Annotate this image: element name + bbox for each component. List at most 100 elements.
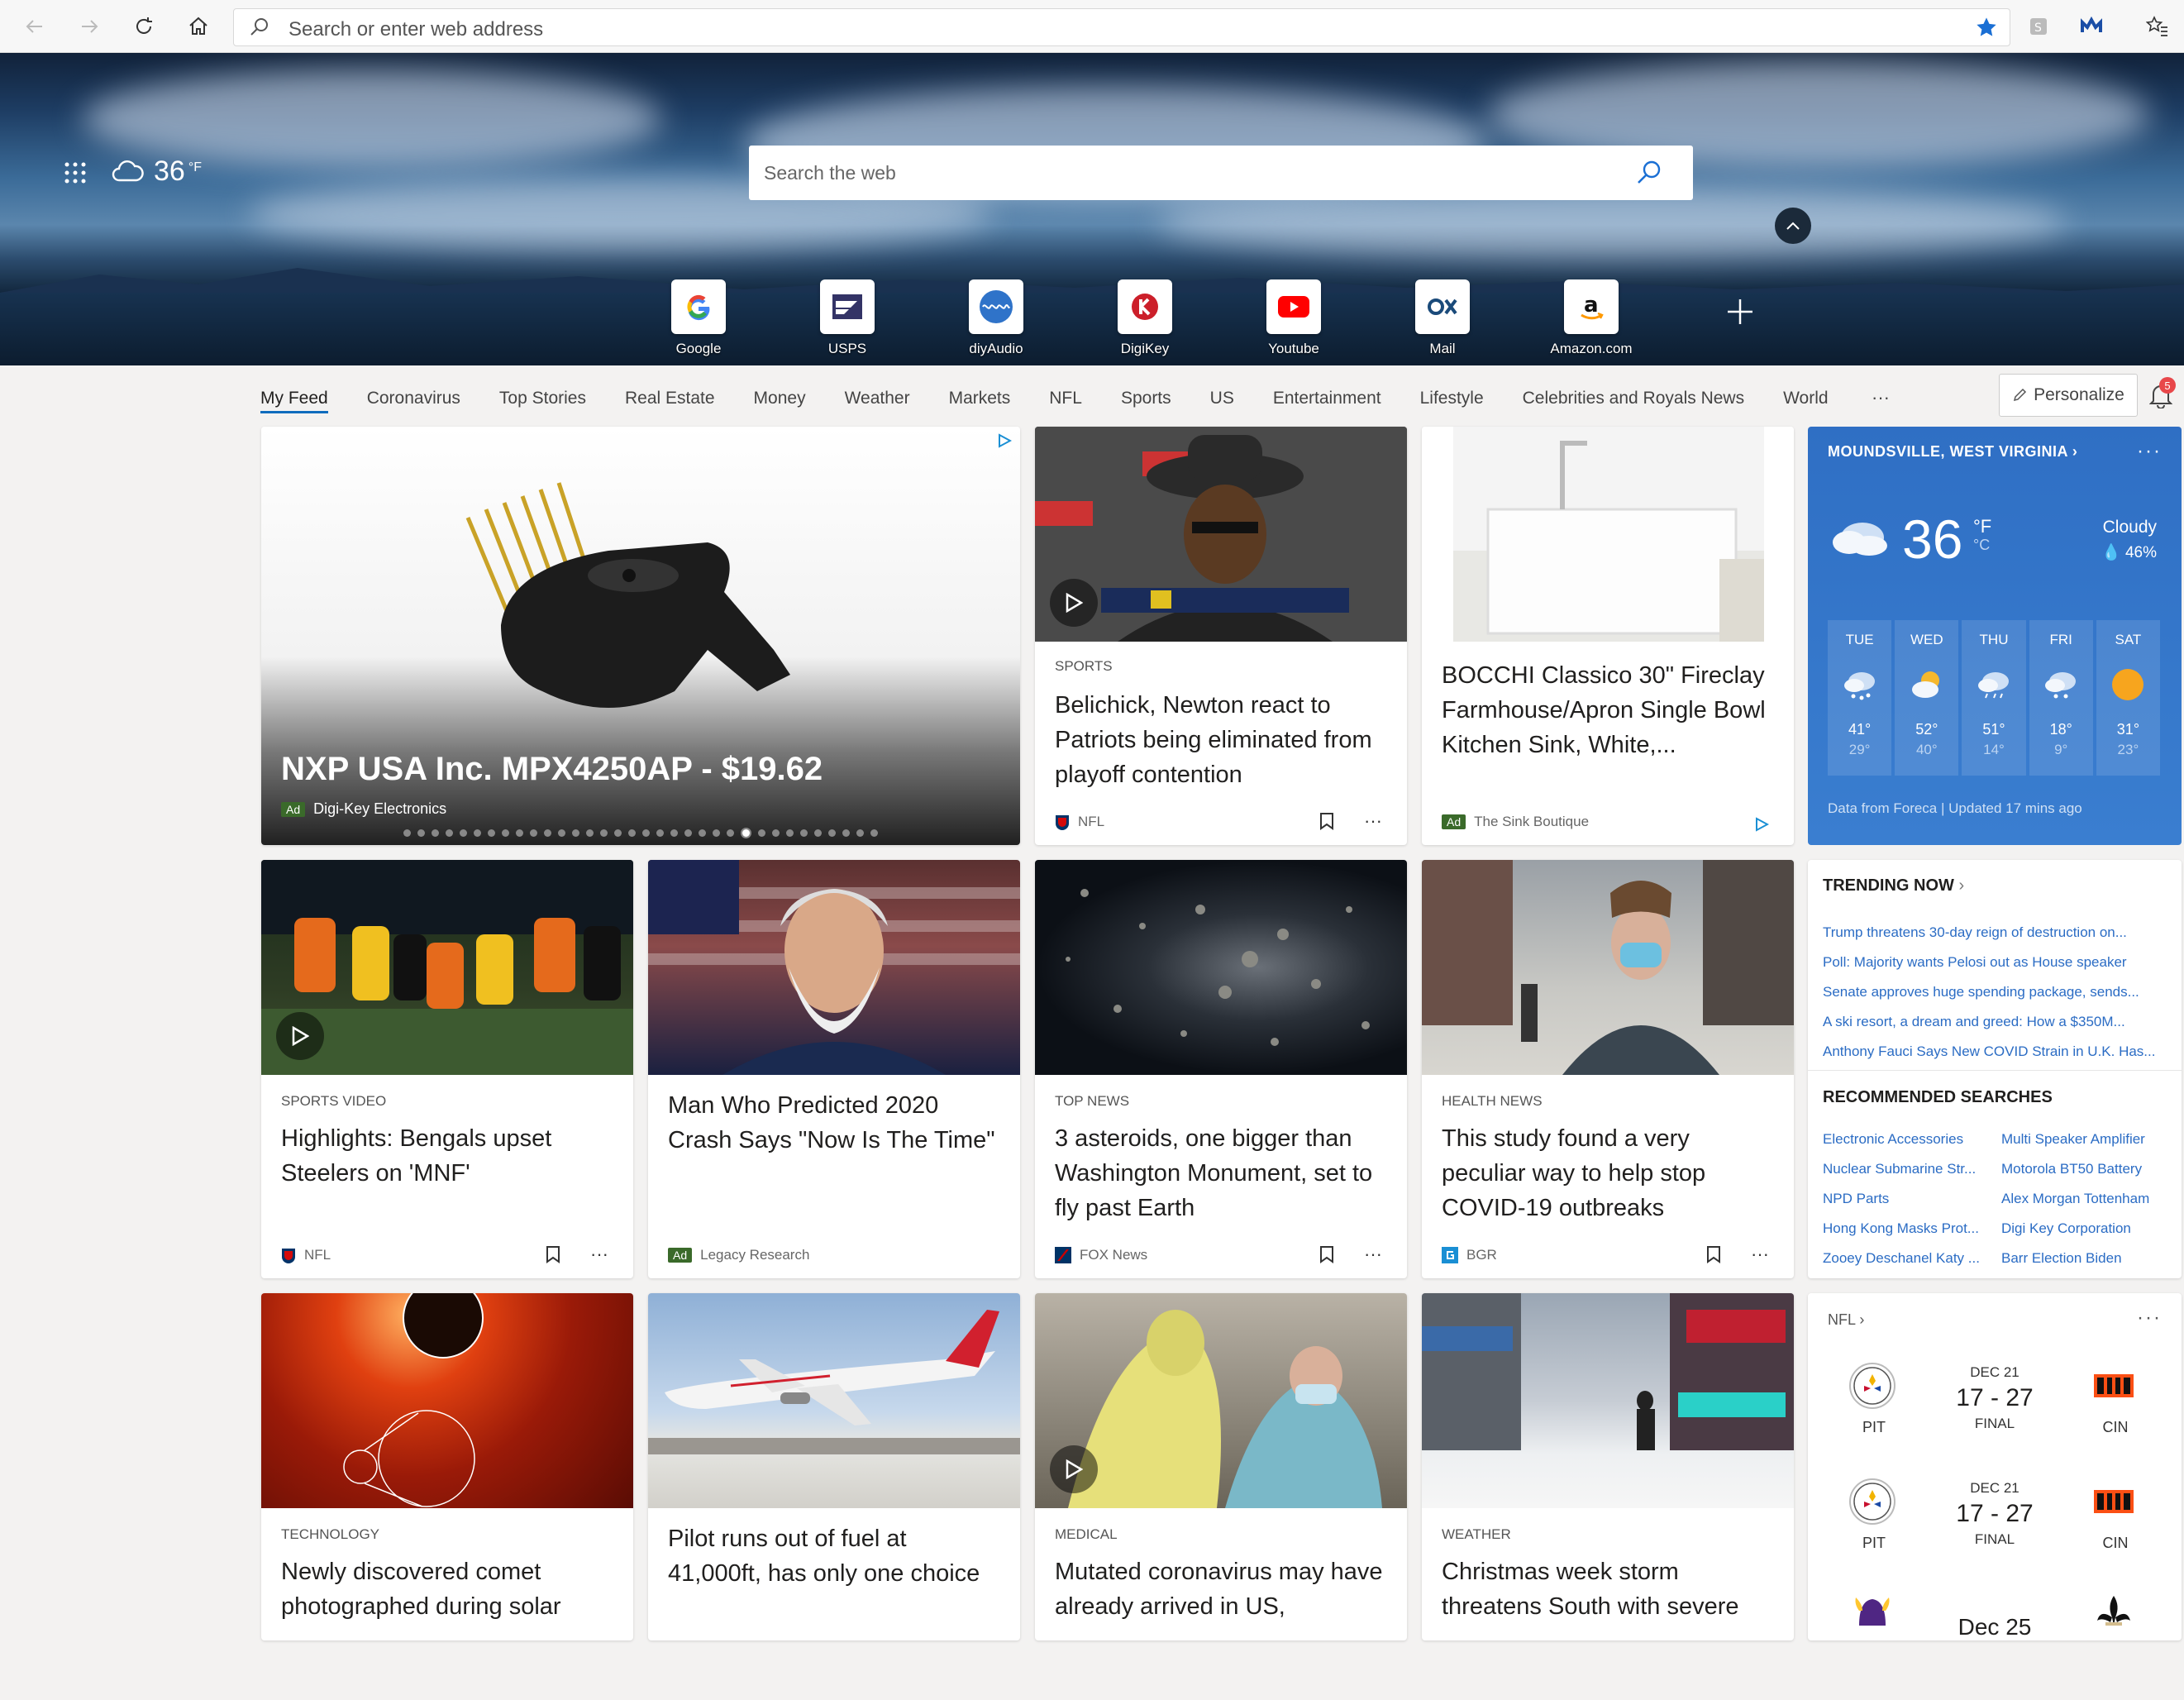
nav-more-button[interactable]: ··· [1872, 387, 1890, 408]
nfl-title[interactable]: NFL › [1828, 1311, 1864, 1329]
recommended-search-link[interactable]: Zooey Deschanel Katy ... [1823, 1250, 1980, 1267]
news-card[interactable]: TECHNOLOGY Newly discovered comet photog… [261, 1293, 633, 1640]
add-site-plus-icon[interactable] [1726, 298, 1754, 326]
unit-celsius[interactable]: °C [1973, 536, 1991, 554]
address-bar[interactable]: Search or enter web address [233, 8, 2010, 46]
ad-source[interactable]: Ad Digi-Key Electronics [281, 800, 446, 818]
ad-title[interactable]: NXP USA Inc. MPX4250AP - $19.62 [281, 751, 823, 788]
recommended-search-link[interactable]: Barr Election Biden [2001, 1250, 2122, 1267]
news-card[interactable]: TOP NEWS 3 asteroids, one bigger than Wa… [1035, 860, 1407, 1278]
recommended-search-link[interactable]: Digi Key Corporation [2001, 1220, 2131, 1237]
game-row[interactable]: PIT DEC 21 17 - 27 FINAL CIN [1808, 1477, 2182, 1584]
nav-tab-lifestyle[interactable]: Lifestyle [1420, 389, 1484, 413]
nav-tab-world[interactable]: World [1783, 389, 1828, 413]
carousel-dot[interactable] [656, 829, 664, 837]
trending-title[interactable]: TRENDING NOW › [1823, 876, 1964, 895]
unit-fahrenheit[interactable]: °F [1973, 518, 1991, 536]
cloud-icon[interactable] [111, 157, 144, 185]
weather-footer[interactable]: Data from Foreca | Updated 17 mins ago [1828, 800, 2082, 817]
personalize-button[interactable]: Personalize [1999, 374, 2138, 417]
news-headline[interactable]: 3 asteroids, one bigger than Washington … [1055, 1121, 1389, 1225]
recommended-search-link[interactable]: Nuclear Submarine Str... [1823, 1161, 1976, 1177]
collapse-hero-button[interactable] [1775, 208, 1811, 244]
quick-link-usps[interactable]: USPS [798, 279, 897, 357]
app-launcher-icon[interactable] [63, 160, 88, 185]
carousel-dot[interactable] [460, 829, 467, 837]
trending-link[interactable]: Anthony Fauci Says New COVID Strain in U… [1823, 1043, 2162, 1060]
carousel-dot[interactable] [600, 829, 608, 837]
carousel-dot[interactable] [474, 829, 481, 837]
team-left[interactable]: PIT [1848, 1477, 1900, 1552]
weather-unit-toggle[interactable]: °F °C [1973, 518, 1991, 554]
news-card[interactable]: Pilot runs out of fuel at 41,000ft, has … [648, 1293, 1020, 1640]
game-row[interactable]: Dec 25 [1808, 1593, 2182, 1700]
carousel-dot[interactable] [530, 829, 537, 837]
extension-button[interactable]: S [2024, 12, 2053, 41]
carousel-dot[interactable] [516, 829, 523, 837]
recommended-search-link[interactable]: Hong Kong Masks Prot... [1823, 1220, 1979, 1237]
team-right[interactable]: CIN [2089, 1477, 2142, 1552]
carousel-dot[interactable] [856, 829, 864, 837]
carousel-dot[interactable] [713, 829, 720, 837]
quick-link-amazon[interactable]: a Amazon.com [1542, 279, 1641, 357]
news-source[interactable]: BGR [1442, 1247, 1497, 1263]
bookmark-icon[interactable] [1319, 1245, 1334, 1263]
recommended-search-link[interactable]: Motorola BT50 Battery [2001, 1161, 2142, 1177]
nav-tab-sports[interactable]: Sports [1121, 389, 1171, 413]
news-headline[interactable]: Christmas week storm threatens South wit… [1442, 1554, 1776, 1624]
ad-card[interactable]: BOCCHI Classico 30" Fireclay Farmhouse/A… [1422, 427, 1794, 845]
news-card[interactable]: HEALTH NEWS This study found a very pecu… [1422, 860, 1794, 1278]
carousel-dot[interactable] [786, 829, 794, 837]
trending-link[interactable]: Senate approves huge spending package, s… [1823, 984, 2162, 1000]
carousel-dot[interactable] [403, 829, 411, 837]
malwarebytes-extension-button[interactable] [2077, 12, 2106, 41]
game-row[interactable]: PIT DEC 21 17 - 27 FINAL CIN [1808, 1361, 2182, 1468]
more-options-icon[interactable]: ··· [1364, 1244, 1382, 1265]
hero-temperature[interactable]: 36 °F [154, 155, 202, 188]
ad-source[interactable]: Ad Legacy Research [668, 1247, 809, 1263]
quick-link-google[interactable]: Google [649, 279, 748, 357]
trending-link[interactable]: A ski resort, a dream and greed: How a $… [1823, 1014, 2162, 1030]
carousel-dot[interactable] [488, 829, 495, 837]
carousel-dot[interactable] [684, 829, 692, 837]
carousel-dot[interactable] [870, 829, 878, 837]
carousel-dot[interactable] [432, 829, 439, 837]
carousel-dot[interactable] [502, 829, 509, 837]
nav-tab-markets[interactable]: Markets [949, 389, 1011, 413]
news-headline[interactable]: Highlights: Bengals upset Steelers on 'M… [281, 1121, 615, 1191]
bookmark-icon[interactable] [1706, 1245, 1721, 1263]
carousel-dot[interactable] [814, 829, 822, 837]
refresh-button[interactable] [127, 10, 160, 43]
play-video-button[interactable] [1050, 1445, 1098, 1493]
forecast-day[interactable]: THU 51° 14° [1962, 620, 2026, 776]
quick-link-digikey[interactable]: DigiKey [1095, 279, 1195, 357]
news-card[interactable]: SPORTS Belichick, Newton react to Patrio… [1035, 427, 1407, 845]
recommended-search-link[interactable]: Alex Morgan Tottenham [2001, 1191, 2149, 1207]
nav-tab-real-estate[interactable]: Real Estate [625, 389, 715, 413]
play-video-button[interactable] [276, 1012, 324, 1060]
forecast-day[interactable]: WED 52° 40° [1895, 620, 1959, 776]
news-card[interactable]: MEDICAL Mutated coronavirus may have alr… [1035, 1293, 1407, 1640]
nav-tab-entertainment[interactable]: Entertainment [1273, 389, 1381, 413]
carousel-dot[interactable] [670, 829, 678, 837]
weather-card[interactable]: MOUNDSVILLE, WEST VIRGINIA › ··· 36 °F °C… [1808, 427, 2182, 845]
carousel-dots[interactable] [261, 828, 1020, 838]
forecast-day[interactable]: SAT 31° 23° [2096, 620, 2161, 776]
ad-headline[interactable]: Man Who Predicted 2020 Crash Says "Now I… [668, 1088, 1002, 1158]
recommended-search-link[interactable]: NPD Parts [1823, 1191, 1889, 1207]
carousel-dot[interactable] [586, 829, 594, 837]
forecast-day[interactable]: TUE 41° 29° [1828, 620, 1892, 776]
nav-tab-top-stories[interactable]: Top Stories [499, 389, 586, 413]
nav-tab-money[interactable]: Money [754, 389, 806, 413]
favorite-star-icon[interactable] [1975, 16, 1998, 39]
bookmark-icon[interactable] [546, 1245, 560, 1263]
news-card[interactable]: SPORTS VIDEO Highlights: Bengals upset S… [261, 860, 633, 1278]
carousel-dot[interactable] [828, 829, 836, 837]
quick-link-mail[interactable]: Mail [1393, 279, 1492, 357]
recommended-search-link[interactable]: Multi Speaker Amplifier [2001, 1131, 2145, 1148]
weather-more-button[interactable]: ··· [2137, 440, 2162, 463]
recommended-search-link[interactable]: Electronic Accessories [1823, 1131, 1963, 1148]
news-headline[interactable]: This study found a very peculiar way to … [1442, 1121, 1776, 1225]
weather-location[interactable]: MOUNDSVILLE, WEST VIRGINIA › [1828, 443, 2077, 461]
forecast-day[interactable]: FRI 18° 9° [2029, 620, 2093, 776]
